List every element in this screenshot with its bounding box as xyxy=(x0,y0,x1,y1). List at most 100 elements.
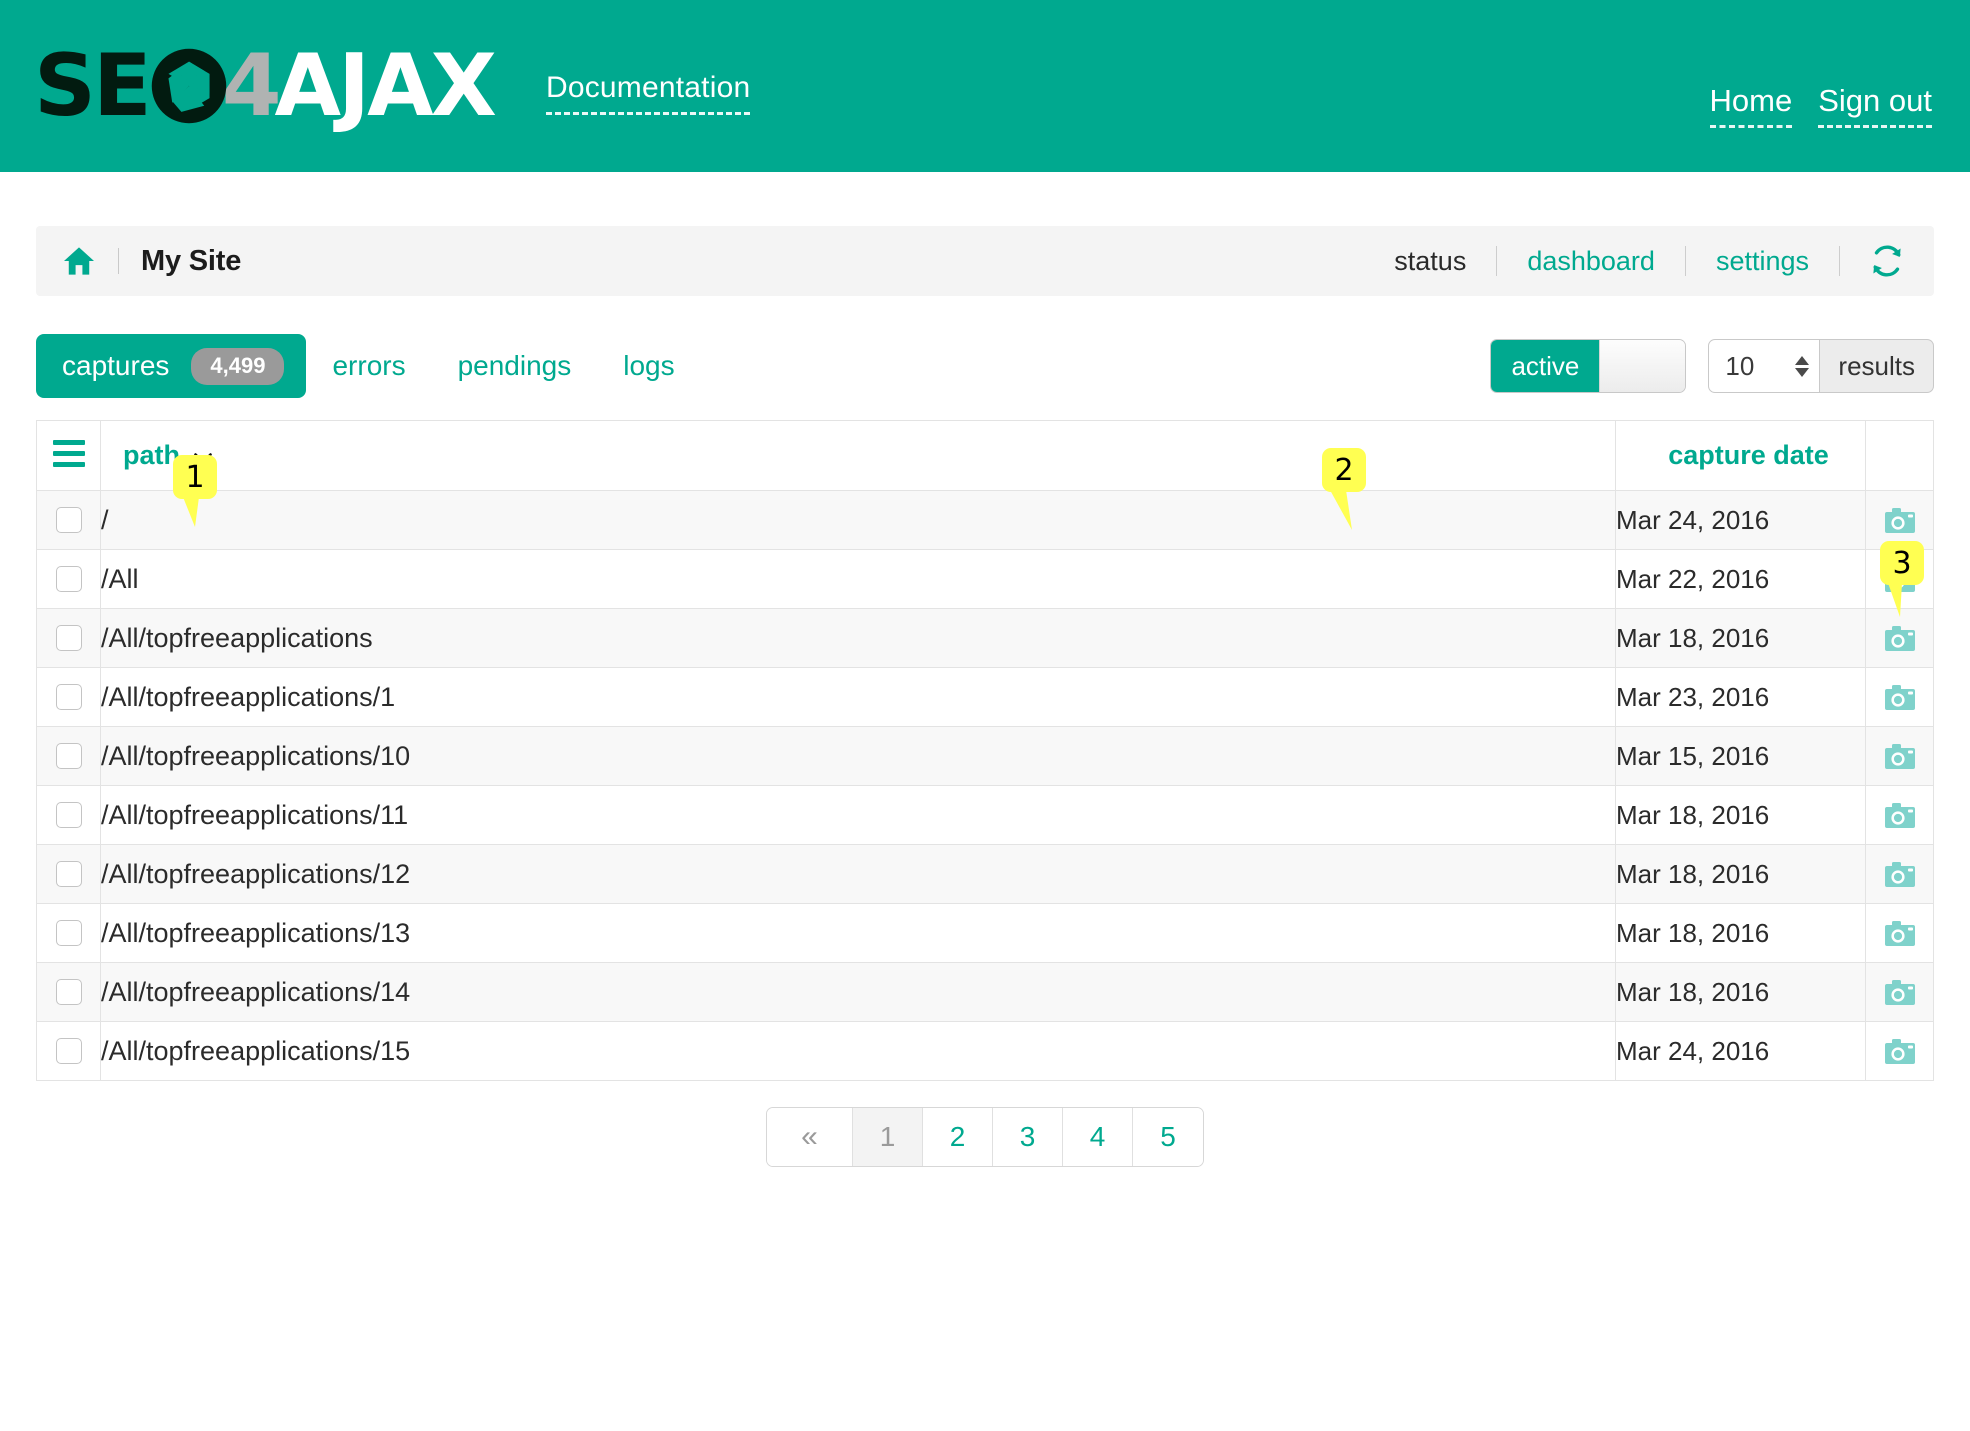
brand[interactable]: SE 4 AJAX xyxy=(34,43,750,129)
row-checkbox-cell xyxy=(37,904,101,963)
table-row[interactable]: /AllMar 22, 2016 xyxy=(37,550,1934,609)
row-checkbox[interactable] xyxy=(56,743,82,769)
pagination-page-2[interactable]: 2 xyxy=(923,1108,993,1166)
active-toggle[interactable]: active xyxy=(1490,339,1686,393)
camera-icon[interactable] xyxy=(1885,688,1915,705)
logo-part-se: SE xyxy=(34,43,149,129)
page-title: My Site xyxy=(141,245,241,278)
row-capture-date: Mar 24, 2016 xyxy=(1616,1022,1866,1081)
site-header: SE 4 AJAX xyxy=(0,0,1970,172)
row-checkbox[interactable] xyxy=(56,920,82,946)
camera-icon[interactable] xyxy=(1885,865,1915,882)
breadcrumb: My Site status dashboard settings xyxy=(36,226,1934,296)
table-row[interactable]: /All/topfreeapplications/11Mar 18, 2016 xyxy=(37,786,1934,845)
results-value: 10 xyxy=(1725,351,1795,382)
table-row[interactable]: /Mar 24, 2016 xyxy=(37,491,1934,550)
callout-marker-2-label: 2 xyxy=(1334,453,1353,488)
table-row[interactable]: /All/topfreeapplications/12Mar 18, 2016 xyxy=(37,845,1934,904)
row-capture-button[interactable] xyxy=(1866,845,1934,904)
row-checkbox[interactable] xyxy=(56,979,82,1005)
camera-icon[interactable] xyxy=(1885,747,1915,764)
pagination-page-3[interactable]: 3 xyxy=(993,1108,1063,1166)
row-checkbox[interactable] xyxy=(56,684,82,710)
row-checkbox[interactable] xyxy=(56,507,82,533)
row-checkbox[interactable] xyxy=(56,1038,82,1064)
logo-part-ajax: AJAX xyxy=(275,43,494,129)
table-head: path capture date xyxy=(37,421,1934,491)
pagination-page-5[interactable]: 5 xyxy=(1133,1108,1203,1166)
row-capture-button[interactable] xyxy=(1866,668,1934,727)
tabs-right-controls: active 10 results xyxy=(1490,339,1934,393)
breadcrumb-link-dashboard[interactable]: dashboard xyxy=(1527,248,1655,275)
table-header-row: path capture date xyxy=(37,421,1934,491)
row-capture-button[interactable] xyxy=(1866,904,1934,963)
stepper-arrows-icon[interactable] xyxy=(1795,356,1809,377)
column-path[interactable]: path xyxy=(101,421,1616,491)
hamburger-menu-icon[interactable] xyxy=(53,434,85,473)
row-checkbox-cell xyxy=(37,845,101,904)
camera-icon[interactable] xyxy=(1885,806,1915,823)
tabs-row: captures 4,499 errors pendings logs acti… xyxy=(36,334,1934,398)
table-row[interactable]: /All/topfreeapplications/15Mar 24, 2016 xyxy=(37,1022,1934,1081)
row-checkbox[interactable] xyxy=(56,802,82,828)
results-stepper[interactable]: 10 xyxy=(1708,339,1820,393)
tab-logs[interactable]: logs xyxy=(597,334,700,398)
refresh-icon[interactable] xyxy=(1870,244,1904,278)
table-row[interactable]: /All/topfreeapplications/14Mar 18, 2016 xyxy=(37,963,1934,1022)
camera-icon[interactable] xyxy=(1885,983,1915,1000)
tab-errors[interactable]: errors xyxy=(306,334,431,398)
column-capture-date-label: capture date xyxy=(1616,440,1865,471)
breadcrumb-actions: status dashboard settings xyxy=(1394,244,1904,278)
row-path: /All/topfreeapplications/11 xyxy=(101,786,1616,845)
column-path-label: path xyxy=(123,440,180,471)
row-path: /All/topfreeapplications/10 xyxy=(101,727,1616,786)
page-content: My Site status dashboard settings captur… xyxy=(0,226,1970,1167)
pagination-page-1[interactable]: 1 xyxy=(853,1108,923,1166)
row-path: /All/topfreeapplications xyxy=(101,609,1616,668)
table-body: /Mar 24, 2016/AllMar 22, 2016/All/topfre… xyxy=(37,491,1934,1081)
breadcrumb-separator xyxy=(118,248,119,274)
stepper-down-icon[interactable] xyxy=(1795,368,1809,377)
sign-out-link[interactable]: Sign out xyxy=(1818,85,1932,128)
row-checkbox-cell xyxy=(37,727,101,786)
row-capture-date: Mar 15, 2016 xyxy=(1616,727,1866,786)
camera-icon[interactable] xyxy=(1885,629,1915,646)
row-capture-button[interactable] xyxy=(1866,609,1934,668)
pagination-page-4[interactable]: 4 xyxy=(1063,1108,1133,1166)
camera-icon[interactable] xyxy=(1885,1042,1915,1059)
row-capture-button[interactable] xyxy=(1866,1022,1934,1081)
table-row[interactable]: /All/topfreeapplications/13Mar 18, 2016 xyxy=(37,904,1934,963)
divider xyxy=(1839,246,1840,276)
camera-icon[interactable] xyxy=(1885,924,1915,941)
breadcrumb-link-status[interactable]: status xyxy=(1394,248,1466,275)
row-capture-button[interactable] xyxy=(1866,727,1934,786)
tab-captures[interactable]: captures 4,499 xyxy=(36,334,306,398)
table-row[interactable]: /All/topfreeapplicationsMar 18, 2016 xyxy=(37,609,1934,668)
logo-part-4: 4 xyxy=(222,43,279,129)
table-row[interactable]: /All/topfreeapplications/1Mar 23, 2016 xyxy=(37,668,1934,727)
stepper-up-icon[interactable] xyxy=(1795,356,1809,365)
row-checkbox[interactable] xyxy=(56,566,82,592)
row-capture-date: Mar 18, 2016 xyxy=(1616,845,1866,904)
column-capture-date[interactable]: capture date xyxy=(1616,421,1866,491)
divider xyxy=(1496,246,1497,276)
row-capture-date: Mar 22, 2016 xyxy=(1616,550,1866,609)
home-link[interactable]: Home xyxy=(1710,85,1793,128)
column-select-all[interactable] xyxy=(37,421,101,491)
callout-marker-3: 3 xyxy=(1880,541,1924,585)
row-capture-button[interactable] xyxy=(1866,963,1934,1022)
pagination-prev[interactable]: « xyxy=(767,1108,853,1166)
tab-pendings[interactable]: pendings xyxy=(432,334,598,398)
breadcrumb-link-settings[interactable]: settings xyxy=(1716,248,1809,275)
row-checkbox-cell xyxy=(37,786,101,845)
home-icon[interactable] xyxy=(62,246,96,276)
row-checkbox[interactable] xyxy=(56,625,82,651)
row-checkbox[interactable] xyxy=(56,861,82,887)
active-toggle-label: active xyxy=(1491,340,1599,392)
table-row[interactable]: /All/topfreeapplications/10Mar 15, 2016 xyxy=(37,727,1934,786)
active-toggle-knob[interactable] xyxy=(1599,340,1685,392)
logo: SE 4 AJAX xyxy=(34,43,494,129)
row-capture-button[interactable] xyxy=(1866,786,1934,845)
camera-icon[interactable] xyxy=(1885,511,1915,528)
documentation-link[interactable]: Documentation xyxy=(546,71,750,115)
